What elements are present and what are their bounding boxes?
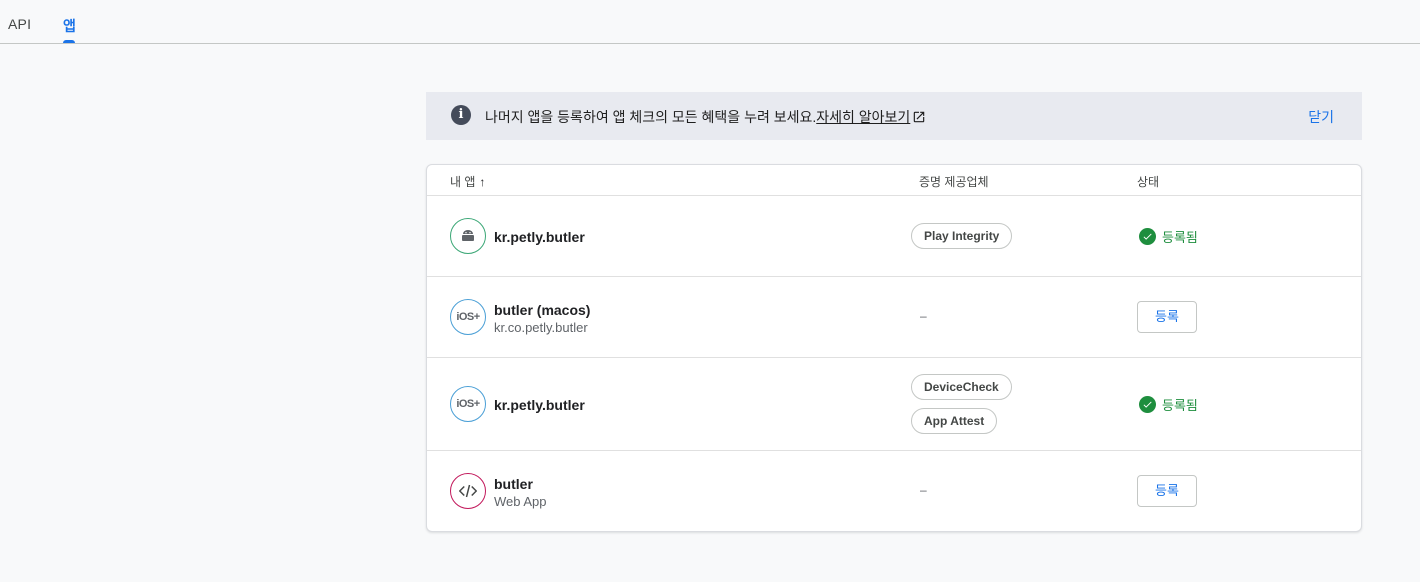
- status-label: 등록됨: [1162, 398, 1198, 413]
- app-platform-label: Web App: [494, 494, 547, 509]
- provider-header: 증명 제공업체: [919, 175, 989, 189]
- provider-chip: DeviceCheck: [911, 374, 1012, 400]
- active-tab-indicator: [63, 40, 75, 43]
- table-row[interactable]: kr.petly.butler Play Integrity 등록됨: [427, 196, 1361, 277]
- register-button[interactable]: 등록: [1137, 301, 1197, 333]
- learn-more-link[interactable]: 자세히 알아보기: [816, 109, 926, 125]
- apps-table: 내 앱 ↑ 증명 제공업체 상태 kr.petly.butler Play Int…: [426, 164, 1362, 532]
- status-registered: 등록됨: [1139, 227, 1198, 246]
- learn-more-label: 자세히 알아보기: [816, 109, 911, 125]
- app-bundle-id: kr.co.petly.butler: [494, 320, 588, 335]
- app-name: butler (macos): [494, 302, 591, 318]
- info-banner: i 나머지 앱을 등록하여 앱 체크의 모든 혜택을 누려 보세요.자세히 알아…: [426, 92, 1362, 140]
- check-circle-icon: [1139, 228, 1156, 245]
- app-name: butler: [494, 476, 533, 492]
- app-name: kr.petly.butler: [494, 397, 585, 413]
- external-link-icon: [914, 111, 925, 123]
- web-code-icon: [450, 473, 486, 509]
- provider-chip: App Attest: [911, 408, 998, 434]
- banner-close-button[interactable]: 닫기: [1308, 107, 1334, 127]
- sort-by-app-header[interactable]: 내 앱 ↑: [450, 173, 485, 190]
- status-registered: 등록됨: [1139, 395, 1198, 414]
- ios-icon: iOS+: [450, 299, 486, 335]
- table-row[interactable]: iOS+ butler (macos) kr.co.petly.butler –…: [427, 277, 1361, 358]
- no-provider-dash: –: [920, 309, 927, 323]
- arrow-up-icon: ↑: [479, 175, 486, 189]
- table-header: 내 앱 ↑ 증명 제공업체 상태: [427, 165, 1361, 196]
- info-icon: i: [451, 105, 471, 125]
- status-label: 등록됨: [1162, 230, 1198, 245]
- app-name: kr.petly.butler: [494, 229, 585, 245]
- check-circle-icon: [1139, 396, 1156, 413]
- register-button[interactable]: 등록: [1137, 475, 1197, 507]
- tab-bar: API 앱: [0, 0, 1420, 44]
- app-header-label: 내 앱: [450, 175, 476, 189]
- provider-chip: Play Integrity: [911, 223, 1013, 249]
- table-row[interactable]: butler Web App – 등록: [427, 451, 1361, 531]
- banner-message: 나머지 앱을 등록하여 앱 체크의 모든 혜택을 누려 보세요.자세히 알아보기: [485, 107, 926, 127]
- status-header: 상태: [1137, 175, 1160, 189]
- table-row[interactable]: iOS+ kr.petly.butler DeviceCheck App Att…: [427, 358, 1361, 451]
- ios-icon: iOS+: [450, 386, 486, 422]
- no-provider-dash: –: [920, 483, 927, 497]
- tab-api[interactable]: API: [8, 16, 31, 32]
- android-icon: [450, 218, 486, 254]
- banner-text: 나머지 앱을 등록하여 앱 체크의 모든 혜택을 누려 보세요.: [485, 109, 817, 125]
- tab-app[interactable]: 앱: [63, 16, 76, 36]
